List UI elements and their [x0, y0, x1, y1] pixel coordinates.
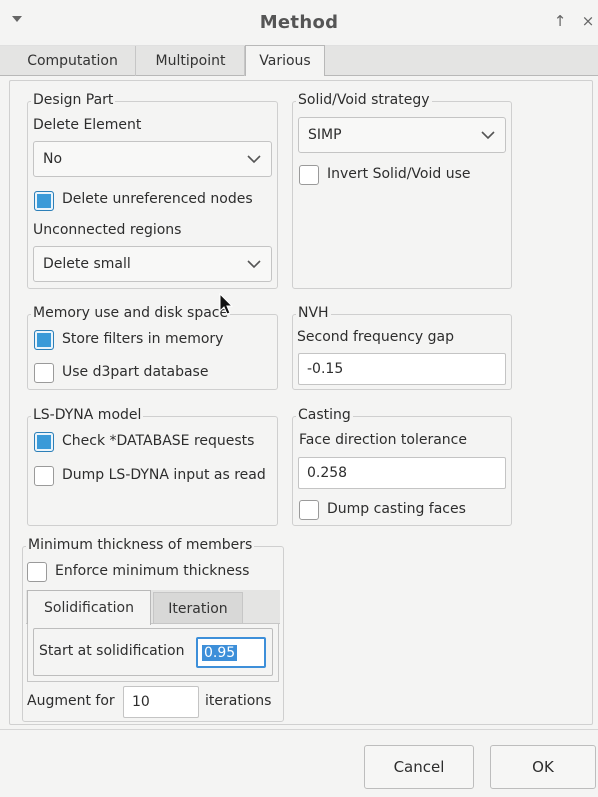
- solid-void-strategy-combo[interactable]: SIMP: [298, 117, 506, 153]
- tab-computation[interactable]: Computation: [10, 46, 136, 76]
- dump-casting-faces-checkbox[interactable]: [299, 500, 319, 520]
- store-filters-checkbox[interactable]: [34, 330, 54, 350]
- use-d3part-label: Use d3part database: [62, 364, 209, 380]
- cancel-button[interactable]: Cancel: [364, 745, 474, 789]
- enforce-min-thickness-label: Enforce minimum thickness: [55, 563, 250, 579]
- tab-various[interactable]: Various: [245, 45, 325, 76]
- delete-element-label: Delete Element: [33, 117, 142, 133]
- augment-iterations-input[interactable]: 10: [123, 686, 199, 718]
- augment-iterations-value: 10: [132, 694, 150, 710]
- ok-button[interactable]: OK: [490, 745, 596, 789]
- iterations-label: iterations: [205, 693, 272, 709]
- delete-element-combo[interactable]: No: [33, 141, 272, 177]
- dump-casting-faces-label: Dump casting faces: [327, 501, 466, 517]
- subtab-solidification[interactable]: Solidification: [27, 590, 151, 625]
- chevron-down-icon: [247, 155, 261, 164]
- lsdyna-label: LS-DYNA model: [31, 407, 144, 423]
- unconnected-regions-value: Delete small: [43, 256, 131, 272]
- dump-lsdyna-checkbox[interactable]: [34, 466, 54, 486]
- dump-lsdyna-label: Dump LS-DYNA input as read: [62, 467, 266, 483]
- use-d3part-checkbox[interactable]: [34, 363, 54, 383]
- window-title: Method: [259, 12, 339, 33]
- start-at-solidification-value: 0.95: [202, 644, 238, 661]
- unconnected-regions-combo[interactable]: Delete small: [33, 246, 272, 282]
- start-at-solidification-label: Start at solidification: [39, 643, 185, 659]
- invert-solid-void-label: Invert Solid/Void use: [327, 166, 471, 182]
- face-direction-tolerance-input[interactable]: 0.258: [298, 457, 506, 489]
- solid-void-strategy-value: SIMP: [308, 127, 342, 143]
- delete-element-value: No: [43, 151, 63, 167]
- face-direction-tolerance-label: Face direction tolerance: [299, 432, 467, 448]
- solid-void-label: Solid/Void strategy: [296, 92, 432, 108]
- memory-label: Memory use and disk space: [31, 305, 231, 321]
- design-part-label: Design Part: [31, 92, 116, 108]
- second-frequency-gap-input[interactable]: -0.15: [298, 353, 506, 385]
- store-filters-label: Store filters in memory: [62, 331, 224, 347]
- close-icon[interactable]: ×: [580, 12, 596, 32]
- delete-unreferenced-checkbox[interactable]: [34, 191, 54, 211]
- chevron-down-icon: [247, 260, 261, 269]
- tab-multipoint[interactable]: Multipoint: [137, 46, 245, 76]
- face-direction-tolerance-value: 0.258: [307, 465, 348, 481]
- mouse-cursor-icon: [219, 293, 234, 315]
- check-database-checkbox[interactable]: [34, 432, 54, 452]
- start-at-solidification-input[interactable]: 0.95: [196, 637, 266, 668]
- second-frequency-gap-label: Second frequency gap: [297, 329, 454, 345]
- chevron-down-icon: [481, 131, 495, 140]
- unconnected-regions-label: Unconnected regions: [33, 222, 182, 238]
- casting-label: Casting: [296, 407, 353, 423]
- check-database-label: Check *DATABASE requests: [62, 433, 255, 449]
- subtab-iteration[interactable]: Iteration: [153, 592, 243, 624]
- nvh-label: NVH: [296, 305, 331, 321]
- min-thickness-label: Minimum thickness of members: [26, 537, 255, 553]
- enforce-min-thickness-checkbox[interactable]: [27, 562, 47, 582]
- augment-for-label: Augment for: [27, 693, 115, 709]
- delete-unreferenced-label: Delete unreferenced nodes: [62, 191, 253, 207]
- invert-solid-void-checkbox[interactable]: [299, 165, 319, 185]
- pin-icon[interactable]: ↑: [552, 12, 568, 32]
- second-frequency-gap-value: -0.15: [307, 361, 344, 377]
